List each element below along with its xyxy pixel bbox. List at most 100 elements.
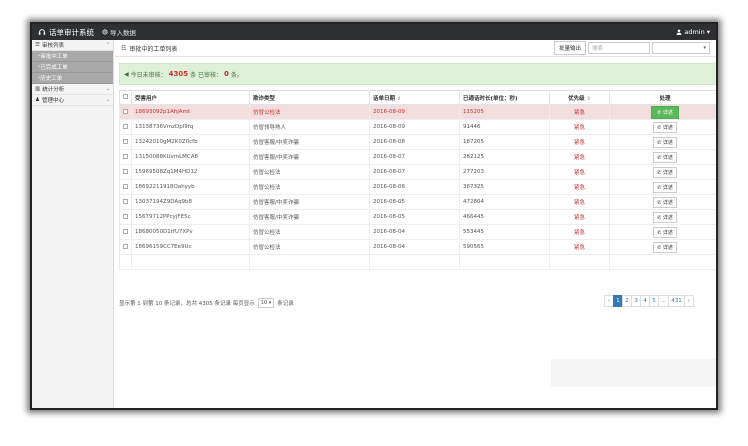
cell-type: 仿冒客服/中奖诈骗 xyxy=(249,149,370,165)
table-row[interactable]: 18693092p1AhJAmt 仿冒公检法 2016-08-09 115205 紧急 ✆… xyxy=(119,104,716,120)
table-row[interactable]: 18692211918Oahyyb 仿冒公检法 2016-08-06 367325 紧急… xyxy=(119,179,716,195)
cell-duration: 282125 xyxy=(459,149,550,165)
import-data-label: 导入数据 xyxy=(110,29,136,37)
cell-type: 仿冒客服/中奖诈骗 xyxy=(249,209,370,225)
alert-text: 今日未审核： xyxy=(130,71,167,79)
cell-priority: 紧急 xyxy=(549,149,610,165)
row-checkbox[interactable] xyxy=(123,213,128,219)
detail-button[interactable]: ✆ 详述 xyxy=(653,196,677,208)
row-checkbox[interactable] xyxy=(123,228,128,234)
cell-type: 仿冒公检法 xyxy=(249,179,370,195)
sidebar-group-audit[interactable]: ☰ 审核列表 ⌃ xyxy=(32,40,113,51)
gear-icon xyxy=(102,29,108,35)
search-input[interactable]: 搜索 xyxy=(588,42,650,54)
select-all-header[interactable] xyxy=(119,90,132,105)
cell-user: 13150088KUvmLMCA8 xyxy=(131,149,250,165)
select-all-checkbox[interactable] xyxy=(123,94,128,99)
cell-type: 仿冒公检法 xyxy=(249,224,370,240)
caret-down-icon: ▾ xyxy=(706,28,710,36)
row-checkbox[interactable] xyxy=(123,168,128,174)
row-checkbox[interactable] xyxy=(123,123,128,129)
username: admin xyxy=(684,28,705,36)
next-page-button[interactable]: › xyxy=(683,295,694,307)
sidebar-item-completed[interactable]: › 已完成工单 xyxy=(32,62,113,73)
row-select-cell[interactable] xyxy=(119,119,132,135)
cell-priority: 紧急 xyxy=(549,179,610,195)
table-row[interactable]: 13037194Z9DAq9b8 仿冒客服/中奖诈骗 2016-08-05 47280… xyxy=(119,194,716,210)
row-checkbox[interactable] xyxy=(123,198,128,204)
filter-select[interactable]: ▾ xyxy=(652,42,710,54)
row-select-cell[interactable] xyxy=(119,209,132,225)
row-select-cell[interactable] xyxy=(119,149,132,165)
detail-button[interactable]: ✆ 详述 xyxy=(653,211,677,223)
phone-icon: ✆ xyxy=(657,184,662,191)
row-select-cell[interactable] xyxy=(119,134,132,150)
brand[interactable]: 话单审计系统 xyxy=(38,27,94,38)
cell-user: 18692211918Oahyyb xyxy=(131,179,250,195)
cell-duration: 277203 xyxy=(459,164,550,180)
table-icon: ☷ xyxy=(121,44,127,52)
sort-icon[interactable]: ⇕ xyxy=(397,96,401,102)
row-select-cell[interactable] xyxy=(119,239,132,255)
detail-button[interactable]: ✆ 详述 xyxy=(653,226,677,238)
batch-export-button[interactable]: 批量输出 xyxy=(553,41,586,55)
table-row[interactable]: 13138736VmzDpl9fq 仿冒领导熟人 2016-08-09 91446 紧急… xyxy=(119,119,716,135)
sidebar-group-stats[interactable]: ▥ 统计分析 ⌄ xyxy=(32,84,113,95)
alert-text: 条 已审核： xyxy=(190,71,223,79)
phone-icon: ✆ xyxy=(657,244,662,251)
col-header-date[interactable]: 话单日期 ⇕ xyxy=(369,90,460,105)
row-select-cell[interactable] xyxy=(119,104,132,120)
row-checkbox[interactable] xyxy=(123,153,128,159)
col-header-user[interactable]: 受害用户 xyxy=(131,90,250,105)
sidebar-item-label: 历史工单 xyxy=(40,76,63,82)
cell-user: 15969508Zq1M4HD12 xyxy=(131,164,250,180)
row-select-cell[interactable] xyxy=(119,224,132,240)
page-size-select[interactable]: 10 ▾ xyxy=(257,298,275,308)
detail-button[interactable]: ✆ 详述 xyxy=(653,121,677,133)
cell-date: 2016-08-08 xyxy=(369,134,460,150)
table-row[interactable]: 13150088KUvmLMCA8 仿冒客服/中奖诈骗 2016-08-07 2821… xyxy=(119,149,716,165)
cell-action: ✆ 详述 xyxy=(609,179,716,195)
bullhorn-icon: ◀ xyxy=(124,70,129,78)
cell-action: ✆ 详述 xyxy=(609,224,716,240)
cell-action: ✆ 详述 xyxy=(609,209,716,225)
row-checkbox[interactable] xyxy=(123,243,128,249)
table-row[interactable]: 18680050D1tfU7XPv 仿冒公检法 2016-08-04 553445 紧急… xyxy=(119,224,716,240)
headset-icon xyxy=(38,29,46,35)
table-row[interactable]: 15679712PPcyjFE5c 仿冒客服/中奖诈骗 2016-08-05 4664… xyxy=(119,209,716,225)
row-select-cell[interactable] xyxy=(119,194,132,210)
row-checkbox[interactable] xyxy=(123,108,128,114)
phone-icon: ✆ xyxy=(657,199,662,206)
cell-user: 13037194Z9DAq9b8 xyxy=(131,194,250,210)
sidebar-group-admin[interactable]: ♟ 管理中心 ⌄ xyxy=(32,95,113,106)
row-select-cell[interactable] xyxy=(119,179,132,195)
col-header-type[interactable]: 欺诈类型 xyxy=(249,90,370,105)
detail-button[interactable]: ✆ 详述 xyxy=(653,151,677,163)
table-row[interactable]: 13242010gM2K0Z0cfb 仿冒客服/中奖诈骗 2016-08-08 187… xyxy=(119,134,716,150)
detail-button[interactable]: ✆ 详述 xyxy=(651,105,679,119)
cell-action: ✆ 详述 xyxy=(609,164,716,180)
col-label: 话单日期 xyxy=(373,95,396,102)
sidebar-item-pending[interactable]: › 审批中工单 xyxy=(32,51,113,62)
alert-text: 条。 xyxy=(230,71,243,79)
sidebar-item-history[interactable]: › 历史工单 xyxy=(32,73,113,84)
row-checkbox[interactable] xyxy=(123,138,128,144)
import-data-link[interactable]: 导入数据 xyxy=(102,27,136,37)
page-button[interactable]: 431 xyxy=(668,295,685,307)
user-menu[interactable]: admin ▾ xyxy=(676,28,710,36)
detail-button[interactable]: ✆ 详述 xyxy=(653,166,677,178)
table-row[interactable]: 15969508Zq1M4HD12 仿冒公检法 2016-08-07 277203 紧急… xyxy=(119,164,716,180)
sort-icon[interactable]: ⇕ xyxy=(587,96,591,102)
col-header-duration[interactable]: 已通话时长(单位：秒) xyxy=(459,90,550,105)
table-row[interactable]: 18696159CC7Ee9Uc 仿冒公检法 2016-08-04 590565 紧急 ✆… xyxy=(119,239,716,255)
row-select-cell[interactable] xyxy=(119,164,132,180)
cell-date: 2016-08-06 xyxy=(369,179,460,195)
list-icon: ☰ xyxy=(35,42,40,48)
detail-button[interactable]: ✆ 详述 xyxy=(653,181,677,193)
row-checkbox[interactable] xyxy=(123,183,128,189)
col-header-priority[interactable]: 优先级 ⇕ xyxy=(549,90,610,105)
detail-button[interactable]: ✆ 详述 xyxy=(653,241,677,253)
cell-action: ✆ 详述 xyxy=(609,239,716,255)
records-summary: 显示第 1 到第 10 条记录，总共 4305 条记录 每页显示 xyxy=(119,301,255,307)
detail-button[interactable]: ✆ 详述 xyxy=(653,136,677,148)
